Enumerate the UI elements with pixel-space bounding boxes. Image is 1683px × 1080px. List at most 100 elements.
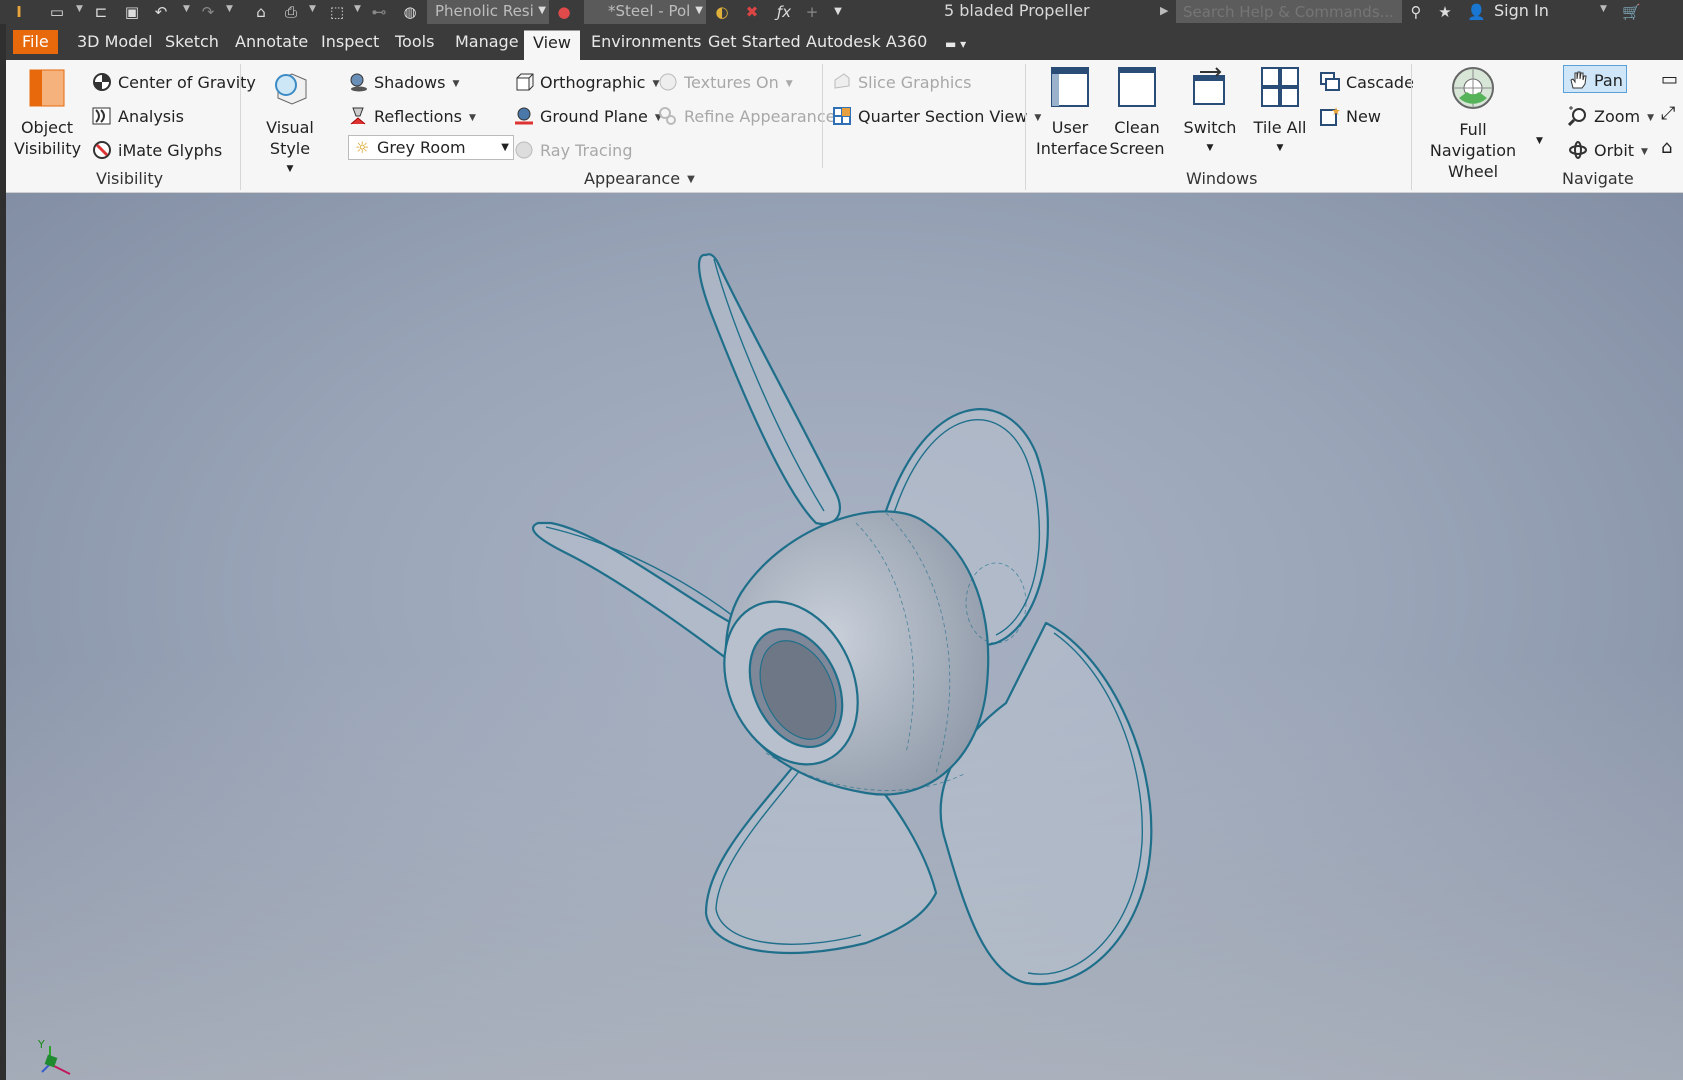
undo-icon[interactable]: ↶ [152,3,170,21]
expand-arrow-icon[interactable]: ▶ [1160,4,1168,17]
panel-label-appearance[interactable]: Appearance ▼ [584,169,695,188]
visual-style-button[interactable]: Visual Style ▼ [250,68,330,180]
clean-screen-button[interactable]: Clean Screen [1106,66,1168,159]
ray-tracing-label: Ray Tracing [540,141,633,160]
zoom-button[interactable]: Zoom ▼ [1568,106,1654,128]
tab-3d-model[interactable]: 3D Model [68,30,162,54]
ray-tracing-icon [515,141,533,159]
reflections-label: Reflections [374,107,462,126]
switch-button[interactable]: Switch ▼ [1182,66,1238,159]
customize-qat-icon[interactable]: ▼ [829,3,847,21]
tab-tools[interactable]: Tools [386,30,443,54]
orthographic-label: Orthographic [540,73,646,92]
binoculars-icon[interactable]: ⚲ [1407,3,1425,21]
tab-view[interactable]: View [524,30,580,60]
tab-manage[interactable]: Manage [446,30,528,54]
chevron-down-icon[interactable]: ▼ [1536,136,1543,146]
zoom-icon [1568,106,1586,126]
home-icon[interactable]: ⌂ [252,3,270,21]
tab-sketch[interactable]: Sketch [156,30,228,54]
ribbon: Object Visibility Center of Gravity Anal… [6,60,1683,193]
select-filter-icon[interactable]: ⬚ [328,3,346,21]
tile-all-button[interactable]: Tile All ▼ [1252,66,1308,159]
panel-separator [822,64,823,168]
clear-appearance-icon[interactable]: ✖ [743,3,761,21]
graphics-viewport[interactable]: Y [6,193,1683,1080]
user-interface-button[interactable]: User Interface [1036,66,1108,159]
print-icon[interactable]: ⎙ [282,3,300,21]
measure-icon[interactable]: ⊷ [370,3,388,21]
favorites-star-icon[interactable]: ★ [1436,3,1454,21]
shadows-button[interactable]: Shadows ▼ [348,72,459,94]
chevron-down-icon[interactable]: ▼ [1600,4,1607,14]
look-at-button[interactable]: ▭ [1661,70,1678,90]
full-navigation-wheel-button[interactable]: Full Navigation Wheel [1418,66,1528,182]
shadows-label: Shadows [374,73,446,92]
tab-autodesk-a360[interactable]: Autodesk A360 [797,30,936,54]
textures-on-label: Textures On [684,73,779,92]
add-icon[interactable]: + [803,3,821,21]
user-interface-label: User Interface [1036,118,1108,158]
new-window-button[interactable]: New [1320,106,1381,127]
adjust-appearance-icon[interactable]: ◐ [713,3,731,21]
help-search-input[interactable] [1176,0,1402,23]
chevron-down-icon: ▼ [538,5,546,16]
orbit-icon [1569,141,1587,159]
refine-appearance-icon [659,107,676,125]
panel-label-visibility: Visibility [96,169,164,188]
blade-1[interactable] [697,253,842,526]
zoom-all-button[interactable]: ⤢ [1661,104,1675,124]
tab-environments[interactable]: Environments [582,30,711,54]
inventor-logo-icon[interactable]: I [8,3,30,21]
project-globe-icon[interactable]: ◍ [401,3,419,21]
ribbon-display-options-icon[interactable]: ▬ ▾ [936,32,975,56]
open-folder-icon[interactable]: ⊏ [92,3,110,21]
appearance-value: *Steel - Pol [608,2,691,20]
tab-annotate[interactable]: Annotate [226,30,317,54]
tile-all-label: Tile All [1253,118,1307,137]
sign-in-link[interactable]: Sign In [1494,0,1549,22]
home-view-icon[interactable]: ⌂ [1661,138,1672,158]
refine-appearance-button[interactable]: Refine Appearance [658,106,835,127]
user-icon[interactable]: 👤 [1467,3,1486,21]
tab-inspect[interactable]: Inspect [312,30,388,54]
material-combo[interactable]: Phenolic Resi ▼ [427,0,549,24]
panel-separator [240,64,241,190]
analysis-button[interactable]: Analysis [92,106,184,127]
panel-separator [1025,64,1026,190]
tab-file[interactable]: File [13,30,58,54]
imate-glyphs-button[interactable]: iMate Glyphs [92,140,222,161]
pan-button[interactable]: Pan [1568,70,1623,91]
clean-screen-label: Clean Screen [1109,118,1165,158]
save-icon[interactable]: ▣ [123,3,141,21]
cascade-button[interactable]: Cascade [1320,72,1414,93]
center-of-gravity-icon [93,73,111,91]
lighting-style-select[interactable]: ☼ Grey Room ▼ [348,135,514,160]
tab-get-started[interactable]: Get Started [699,30,810,54]
ray-tracing-button[interactable]: Ray Tracing [514,140,632,161]
ground-plane-button[interactable]: Ground Plane ▼ [514,106,662,128]
orbit-button[interactable]: Orbit ▼ [1568,140,1648,162]
chevron-down-icon: ▼ [1206,143,1214,153]
reflections-button[interactable]: Reflections ▼ [348,106,476,128]
slice-graphics-label: Slice Graphics [858,73,972,92]
cart-icon[interactable]: 🛒 [1622,3,1641,21]
quarter-section-view-button[interactable]: Quarter Section View ▼ [832,106,1041,128]
object-visibility-button[interactable]: Object Visibility [14,68,81,159]
textures-on-button[interactable]: Textures On ▼ [658,72,793,94]
appearance-sphere-icon[interactable]: ● [555,3,573,21]
quarter-section-view-label: Quarter Section View [858,107,1028,126]
slice-graphics-button[interactable]: Slice Graphics [832,72,971,93]
chevron-down-icon: ▼ [286,164,294,174]
appearance-combo[interactable]: *Steel - Pol ▼ [584,0,706,24]
fx-parameters-icon[interactable]: ƒx [775,3,793,21]
ribbon-tabs: File 3D Model Sketch Annotate Inspect To… [0,24,1683,60]
center-of-gravity-button[interactable]: Center of Gravity [92,72,256,93]
redo-icon[interactable]: ↷ [199,3,217,21]
switch-label: Switch [1183,118,1237,137]
new-document-icon[interactable]: ▭ [48,3,66,21]
visual-style-icon [275,73,307,105]
appearance-panel-label: Appearance [584,169,681,188]
propeller-model[interactable] [6,193,1683,1080]
orthographic-button[interactable]: Orthographic ▼ [514,72,659,94]
